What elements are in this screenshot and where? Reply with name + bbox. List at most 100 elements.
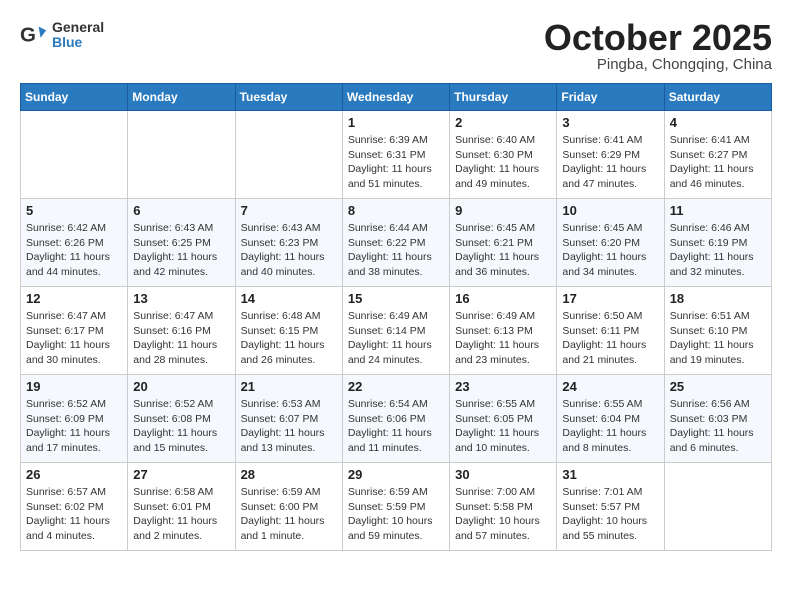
calendar-cell: 29 Sunrise: 6:59 AM Sunset: 5:59 PM Dayli…: [342, 463, 449, 551]
calendar-cell: 10 Sunrise: 6:45 AM Sunset: 6:20 PM Dayli…: [557, 199, 664, 287]
calendar-cell: 31Sunrise: 7:01 AM Sunset: 5:57 PM Dayli…: [557, 463, 664, 551]
weekday-header-row: SundayMondayTuesdayWednesdayThursdayFrid…: [21, 84, 772, 111]
day-info: Sunrise: 6:55 AM Sunset: 6:04 PM Dayligh…: [562, 397, 658, 456]
day-number: 10: [562, 203, 658, 218]
weekday-header-friday: Friday: [557, 84, 664, 111]
weekday-header-saturday: Saturday: [664, 84, 771, 111]
day-info: Sunrise: 6:45 AM Sunset: 6:20 PM Dayligh…: [562, 221, 658, 280]
location-subtitle: Pingba, Chongqing, China: [544, 56, 772, 73]
day-number: 5: [26, 203, 122, 218]
calendar-cell: 23 Sunrise: 6:55 AM Sunset: 6:05 PM Dayli…: [450, 375, 557, 463]
logo-line2: Blue: [52, 35, 104, 50]
calendar-table: SundayMondayTuesdayWednesdayThursdayFrid…: [20, 83, 772, 551]
logo-icon: G: [20, 21, 48, 49]
day-info: Sunrise: 6:40 AM Sunset: 6:30 PM Dayligh…: [455, 133, 551, 192]
day-number: 27: [133, 467, 229, 482]
day-info: Sunrise: 6:47 AM Sunset: 6:16 PM Dayligh…: [133, 309, 229, 368]
day-number: 25: [670, 379, 766, 394]
month-title: October 2025: [544, 20, 772, 56]
day-info: Sunrise: 6:54 AM Sunset: 6:06 PM Dayligh…: [348, 397, 444, 456]
page-header: G General Blue October 2025 Pingba, Chon…: [20, 20, 772, 73]
day-number: 23: [455, 379, 551, 394]
calendar-cell: 27 Sunrise: 6:58 AM Sunset: 6:01 PM Dayli…: [128, 463, 235, 551]
svg-text:G: G: [20, 24, 36, 47]
day-info: Sunrise: 6:55 AM Sunset: 6:05 PM Dayligh…: [455, 397, 551, 456]
day-number: 29: [348, 467, 444, 482]
calendar-cell: 26Sunrise: 6:57 AM Sunset: 6:02 PM Dayli…: [21, 463, 128, 551]
calendar-week-1: 1 Sunrise: 6:39 AM Sunset: 6:31 PM Daylig…: [21, 111, 772, 199]
calendar-cell: 17 Sunrise: 6:50 AM Sunset: 6:11 PM Dayli…: [557, 287, 664, 375]
day-number: 8: [348, 203, 444, 218]
day-number: 4: [670, 115, 766, 130]
calendar-cell: [664, 463, 771, 551]
day-number: 16: [455, 291, 551, 306]
day-info: Sunrise: 6:59 AM Sunset: 5:59 PM Dayligh…: [348, 485, 444, 544]
calendar-cell: [21, 111, 128, 199]
day-number: 12: [26, 291, 122, 306]
calendar-cell: 24Sunrise: 6:55 AM Sunset: 6:04 PM Dayli…: [557, 375, 664, 463]
day-number: 28: [241, 467, 337, 482]
day-info: Sunrise: 7:00 AM Sunset: 5:58 PM Dayligh…: [455, 485, 551, 544]
calendar-cell: 8Sunrise: 6:44 AM Sunset: 6:22 PM Daylig…: [342, 199, 449, 287]
day-info: Sunrise: 6:43 AM Sunset: 6:25 PM Dayligh…: [133, 221, 229, 280]
calendar-week-2: 5 Sunrise: 6:42 AM Sunset: 6:26 PM Daylig…: [21, 199, 772, 287]
calendar-cell: [128, 111, 235, 199]
day-number: 22: [348, 379, 444, 394]
day-info: Sunrise: 6:53 AM Sunset: 6:07 PM Dayligh…: [241, 397, 337, 456]
day-info: Sunrise: 6:45 AM Sunset: 6:21 PM Dayligh…: [455, 221, 551, 280]
day-info: Sunrise: 6:50 AM Sunset: 6:11 PM Dayligh…: [562, 309, 658, 368]
day-number: 20: [133, 379, 229, 394]
day-info: Sunrise: 6:58 AM Sunset: 6:01 PM Dayligh…: [133, 485, 229, 544]
day-info: Sunrise: 7:01 AM Sunset: 5:57 PM Dayligh…: [562, 485, 658, 544]
day-number: 18: [670, 291, 766, 306]
weekday-header-monday: Monday: [128, 84, 235, 111]
logo-line1: General: [52, 20, 104, 35]
day-number: 1: [348, 115, 444, 130]
day-info: Sunrise: 6:39 AM Sunset: 6:31 PM Dayligh…: [348, 133, 444, 192]
calendar-cell: 3Sunrise: 6:41 AM Sunset: 6:29 PM Daylig…: [557, 111, 664, 199]
day-number: 14: [241, 291, 337, 306]
calendar-cell: 28 Sunrise: 6:59 AM Sunset: 6:00 PM Dayli…: [235, 463, 342, 551]
day-info: Sunrise: 6:42 AM Sunset: 6:26 PM Dayligh…: [26, 221, 122, 280]
calendar-cell: 12 Sunrise: 6:47 AM Sunset: 6:17 PM Dayli…: [21, 287, 128, 375]
calendar-cell: 5 Sunrise: 6:42 AM Sunset: 6:26 PM Daylig…: [21, 199, 128, 287]
calendar-week-3: 12 Sunrise: 6:47 AM Sunset: 6:17 PM Dayli…: [21, 287, 772, 375]
day-info: Sunrise: 6:59 AM Sunset: 6:00 PM Dayligh…: [241, 485, 337, 544]
day-info: Sunrise: 6:43 AM Sunset: 6:23 PM Dayligh…: [241, 221, 337, 280]
calendar-cell: 11Sunrise: 6:46 AM Sunset: 6:19 PM Dayli…: [664, 199, 771, 287]
day-info: Sunrise: 6:47 AM Sunset: 6:17 PM Dayligh…: [26, 309, 122, 368]
day-number: 26: [26, 467, 122, 482]
weekday-header-thursday: Thursday: [450, 84, 557, 111]
calendar-cell: 15 Sunrise: 6:49 AM Sunset: 6:14 PM Dayli…: [342, 287, 449, 375]
weekday-header-wednesday: Wednesday: [342, 84, 449, 111]
day-number: 9: [455, 203, 551, 218]
calendar-cell: [235, 111, 342, 199]
calendar-cell: 1 Sunrise: 6:39 AM Sunset: 6:31 PM Daylig…: [342, 111, 449, 199]
calendar-cell: 18Sunrise: 6:51 AM Sunset: 6:10 PM Dayli…: [664, 287, 771, 375]
calendar-week-4: 19Sunrise: 6:52 AM Sunset: 6:09 PM Dayli…: [21, 375, 772, 463]
calendar-cell: 19Sunrise: 6:52 AM Sunset: 6:09 PM Dayli…: [21, 375, 128, 463]
day-number: 7: [241, 203, 337, 218]
day-number: 17: [562, 291, 658, 306]
calendar-cell: 25 Sunrise: 6:56 AM Sunset: 6:03 PM Dayli…: [664, 375, 771, 463]
day-info: Sunrise: 6:49 AM Sunset: 6:13 PM Dayligh…: [455, 309, 551, 368]
day-number: 15: [348, 291, 444, 306]
weekday-header-sunday: Sunday: [21, 84, 128, 111]
day-number: 19: [26, 379, 122, 394]
calendar-cell: 30Sunrise: 7:00 AM Sunset: 5:58 PM Dayli…: [450, 463, 557, 551]
calendar-cell: 16 Sunrise: 6:49 AM Sunset: 6:13 PM Dayli…: [450, 287, 557, 375]
day-number: 3: [562, 115, 658, 130]
calendar-cell: 4Sunrise: 6:41 AM Sunset: 6:27 PM Daylig…: [664, 111, 771, 199]
calendar-cell: 14Sunrise: 6:48 AM Sunset: 6:15 PM Dayli…: [235, 287, 342, 375]
day-number: 2: [455, 115, 551, 130]
day-number: 6: [133, 203, 229, 218]
day-info: Sunrise: 6:56 AM Sunset: 6:03 PM Dayligh…: [670, 397, 766, 456]
logo-text: General Blue: [52, 20, 104, 51]
logo: G General Blue: [20, 20, 104, 51]
day-number: 13: [133, 291, 229, 306]
calendar-week-5: 26Sunrise: 6:57 AM Sunset: 6:02 PM Dayli…: [21, 463, 772, 551]
calendar-cell: 13 Sunrise: 6:47 AM Sunset: 6:16 PM Dayli…: [128, 287, 235, 375]
calendar-cell: 9 Sunrise: 6:45 AM Sunset: 6:21 PM Daylig…: [450, 199, 557, 287]
day-info: Sunrise: 6:49 AM Sunset: 6:14 PM Dayligh…: [348, 309, 444, 368]
calendar-cell: 7 Sunrise: 6:43 AM Sunset: 6:23 PM Daylig…: [235, 199, 342, 287]
